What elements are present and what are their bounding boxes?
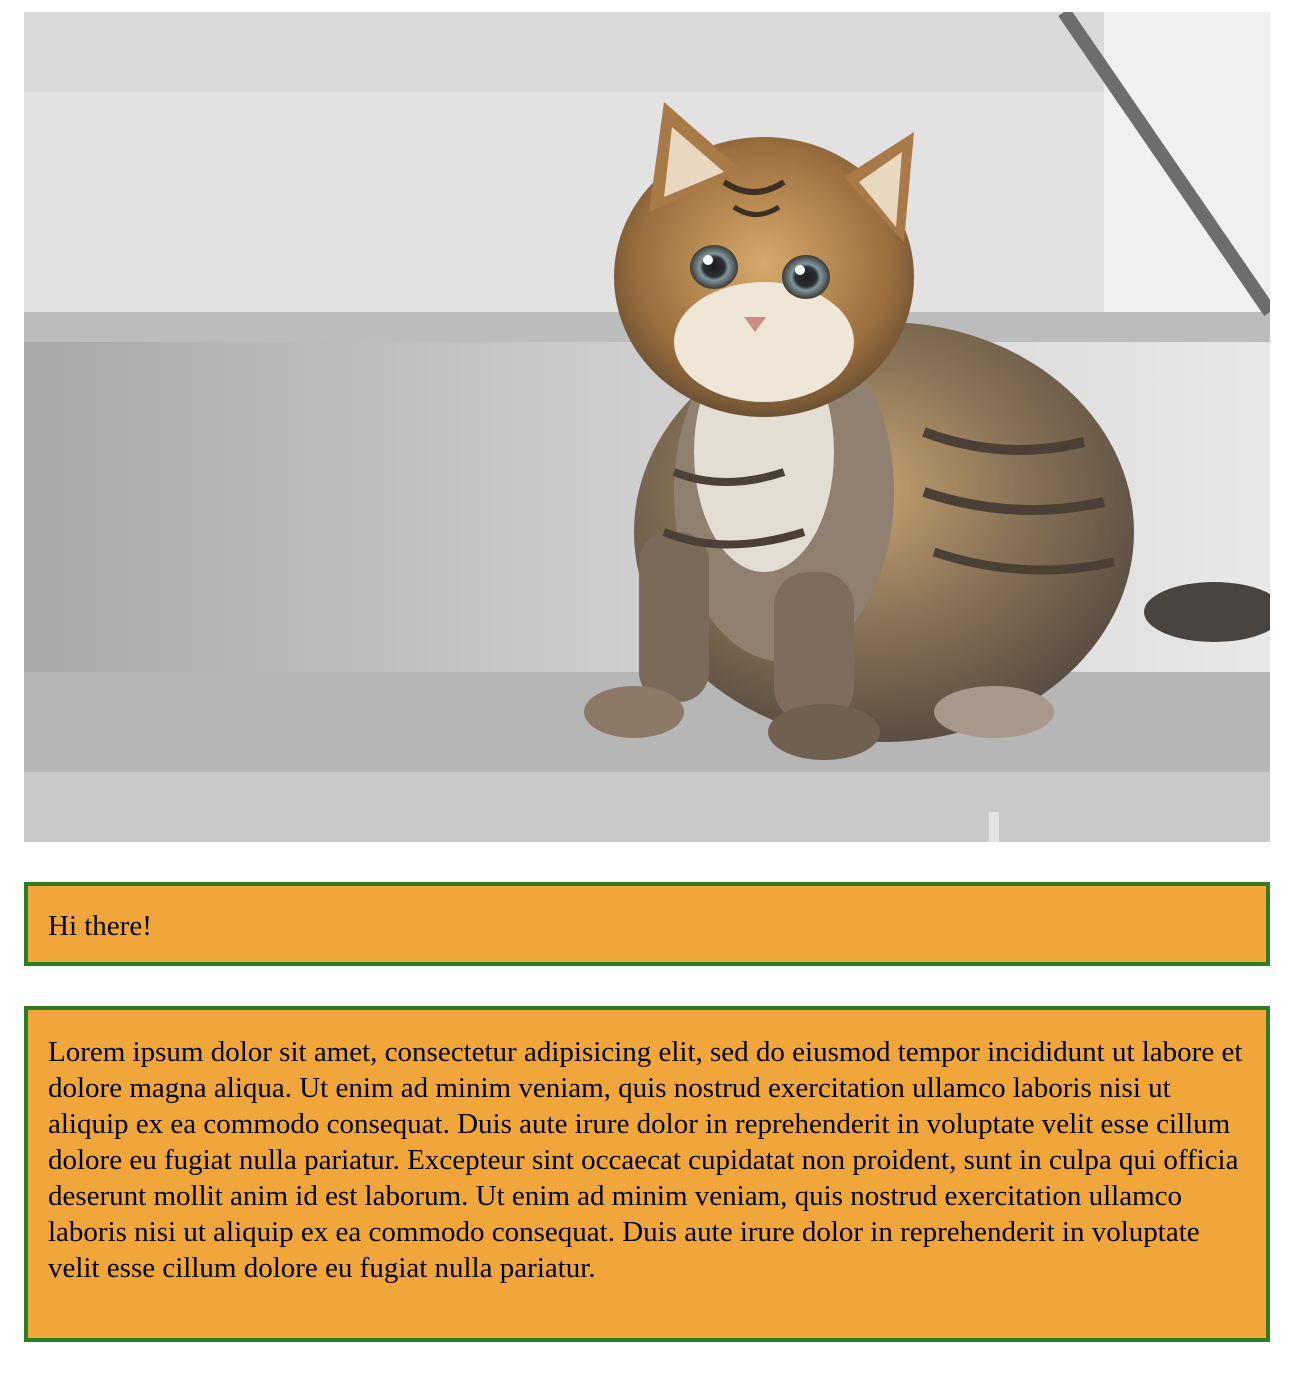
kitten-photo-drawing [24, 12, 1270, 842]
kitten-photo [24, 12, 1270, 842]
lorem-text-box: Lorem ipsum dolor sit amet, consectetur … [24, 1006, 1270, 1342]
greeting-box: Hi there! [24, 882, 1270, 966]
